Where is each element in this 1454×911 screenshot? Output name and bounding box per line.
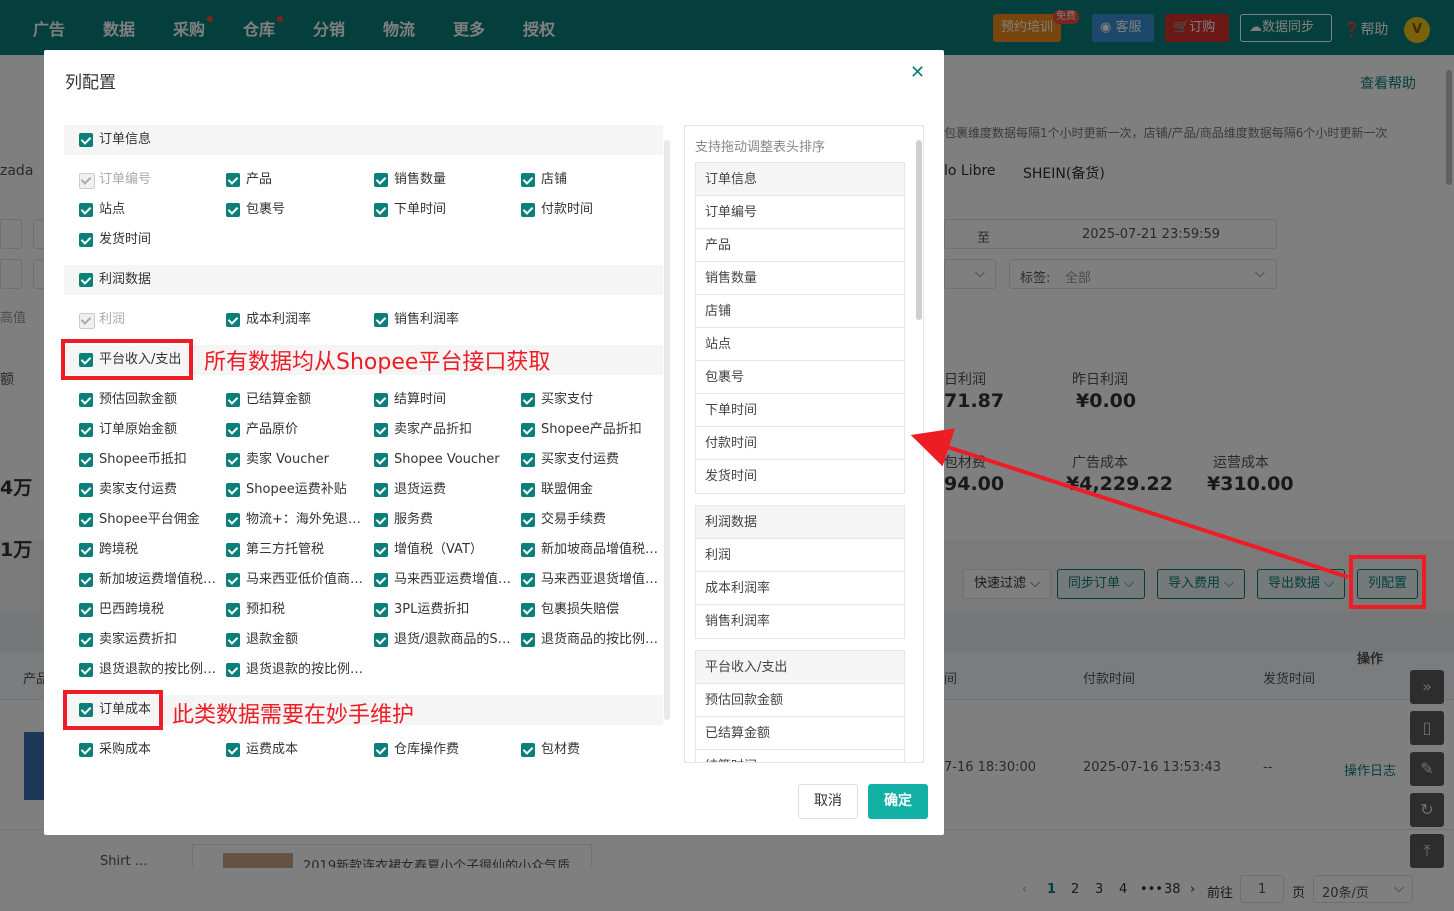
annotation-arrow [910, 428, 1349, 579]
